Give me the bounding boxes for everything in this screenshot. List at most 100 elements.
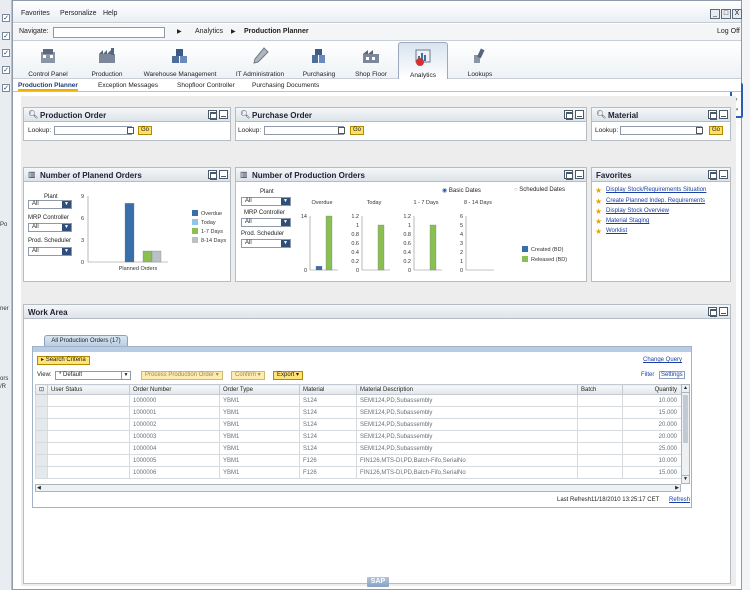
subtab-shopfloor-controller[interactable]: Shopfloor Controller <box>177 82 235 89</box>
row-selector[interactable] <box>35 430 48 443</box>
maximize-icon[interactable] <box>708 110 717 120</box>
column-header-user-status[interactable]: User Status <box>47 384 130 395</box>
prod-scheduler-select[interactable]: All ▼ <box>241 239 291 248</box>
plant-select[interactable]: All ▼ <box>241 197 291 206</box>
mrp-controller-select[interactable]: All ▼ <box>241 218 291 227</box>
scroll-left-icon[interactable]: ◀ <box>37 485 41 491</box>
purchase-order-lookup-input[interactable] <box>264 126 344 135</box>
tab-it-administration[interactable]: IT Administration <box>231 42 289 79</box>
column-header-order-number[interactable]: Order Number <box>129 384 220 395</box>
minimize-icon[interactable] <box>219 110 228 119</box>
go-button[interactable]: Go <box>138 126 152 135</box>
confirm-button[interactable]: Confirm ▾ <box>231 371 265 380</box>
restore-button[interactable]: □ <box>721 9 731 19</box>
copy-icon[interactable] <box>127 127 134 134</box>
subtab-production-planner[interactable]: Production Planner <box>18 82 78 91</box>
maximize-icon[interactable] <box>708 170 717 180</box>
go-button[interactable]: Go <box>709 126 723 135</box>
minimize-icon[interactable] <box>719 307 728 316</box>
checkbox[interactable]: ✓ <box>2 66 10 74</box>
column-header-material-description[interactable]: Material Description <box>356 384 578 395</box>
filter-link[interactable]: Filter <box>641 372 654 378</box>
checkbox[interactable]: ✓ <box>2 49 10 57</box>
tab-shop-floor[interactable]: Shop Floor <box>349 42 393 79</box>
checkbox[interactable]: ✓ <box>2 32 10 40</box>
row-selector[interactable] <box>35 394 48 407</box>
table-row[interactable]: 1000005 YBM1 F126 FIN126,MTS-DI,PD,Batch-Fi… <box>35 454 682 467</box>
table-row[interactable]: 1000003 YBM1 S124 SEMI124,PD,Subassembly 20.… <box>35 430 682 443</box>
favorite-link[interactable]: Worklist <box>606 228 627 234</box>
favorite-link[interactable]: Material Staging <box>606 218 649 224</box>
column-header-material[interactable]: Material <box>299 384 357 395</box>
checkbox[interactable]: ✓ <box>2 84 10 92</box>
breadcrumb-analytics[interactable]: Analytics <box>195 28 223 35</box>
favorite-link[interactable]: Display Stock Overview <box>606 208 669 214</box>
column-header-batch[interactable]: Batch <box>577 384 623 395</box>
column-header-quantity[interactable]: Quantity <box>622 384 682 395</box>
minimize-icon[interactable] <box>719 170 728 179</box>
minimize-button[interactable]: _ <box>710 9 720 19</box>
tab-lookups[interactable]: Lookups <box>460 42 500 79</box>
view-select[interactable]: * Default ▼ <box>55 371 131 380</box>
table-row[interactable]: 1000000 YBM1 S124 SEMI124,PD,Subassembly 10.… <box>35 394 682 407</box>
change-query-link[interactable]: Change Query <box>643 357 682 363</box>
row-selector[interactable] <box>35 466 48 479</box>
logoff-link[interactable]: Log Off <box>717 28 740 35</box>
scheduled-dates-radio[interactable]: ○ Scheduled Dates <box>514 187 565 193</box>
plant-select[interactable]: All ▼ <box>28 200 72 209</box>
tab-purchasing[interactable]: Purchasing <box>299 42 339 79</box>
settings-link[interactable]: Settings <box>659 371 685 379</box>
menu-help[interactable]: Help <box>103 10 117 17</box>
row-selector[interactable] <box>35 442 48 455</box>
copy-icon[interactable] <box>338 127 345 134</box>
scroll-up-icon[interactable]: ▲ <box>682 385 689 393</box>
production-order-lookup-input[interactable] <box>54 126 132 135</box>
menu-favorites[interactable]: Favorites <box>21 10 50 17</box>
maximize-icon[interactable] <box>208 170 217 180</box>
material-lookup-input[interactable] <box>620 126 702 135</box>
tab-all-production-orders[interactable]: All Production Orders (17) <box>44 335 128 346</box>
subtab-exception-messages[interactable]: Exception Messages <box>98 82 158 89</box>
subtab-purchasing-documents[interactable]: Purchasing Documents <box>252 82 319 89</box>
maximize-icon[interactable] <box>564 110 573 120</box>
horizontal-scrollbar[interactable]: ◀ ▶ <box>35 484 681 492</box>
refresh-link[interactable]: Refresh <box>669 497 690 503</box>
tab-analytics[interactable]: Analytics <box>398 42 448 79</box>
process-production-order-button[interactable]: Process Production Order ▾ <box>141 371 223 380</box>
favorite-link[interactable]: Display Stock/Requirements Situation <box>606 187 706 193</box>
select-all-icon[interactable]: ⊡ <box>35 384 48 395</box>
table-row[interactable]: 1000006 YBM1 F126 FIN126,MTS-DI,PD,Batch-Fi… <box>35 466 682 479</box>
maximize-icon[interactable] <box>208 110 217 120</box>
copy-icon[interactable] <box>696 127 703 134</box>
row-selector[interactable] <box>35 454 48 467</box>
scroll-down-icon[interactable]: ▼ <box>682 475 689 483</box>
scroll-right-icon[interactable]: ▶ <box>675 485 679 491</box>
export-button[interactable]: Export ▾ <box>273 371 304 380</box>
prod-scheduler-select[interactable]: All ▼ <box>28 247 72 256</box>
maximize-icon[interactable] <box>708 307 717 317</box>
minimize-icon[interactable] <box>575 170 584 179</box>
minimize-icon[interactable] <box>575 110 584 119</box>
breadcrumb-production-planner[interactable]: Production Planner <box>244 28 309 35</box>
minimize-icon[interactable] <box>719 110 728 119</box>
favorite-link[interactable]: Create Planned Indep. Requirements <box>606 198 705 204</box>
table-row[interactable]: 1000001 YBM1 S124 SEMI124,PD,Subassembly 15.… <box>35 406 682 419</box>
maximize-icon[interactable] <box>564 170 573 180</box>
mrp-controller-select[interactable]: All ▼ <box>28 223 72 232</box>
vertical-scrollbar[interactable]: ▲ ▼ <box>681 384 690 484</box>
checkbox[interactable]: ✓ <box>2 14 10 22</box>
tab-production[interactable]: Production <box>85 42 129 79</box>
basic-dates-radio[interactable]: ◉ Basic Dates <box>442 187 481 194</box>
close-button[interactable]: X <box>732 9 742 19</box>
table-row[interactable]: 1000002 YBM1 S124 SEMI124,PD,Subassembly 20.… <box>35 418 682 431</box>
tab-control-panel[interactable]: Control Panel <box>23 42 73 79</box>
search-criteria-button[interactable]: ▸ Search Criteria <box>37 356 90 365</box>
row-selector[interactable] <box>35 418 48 431</box>
row-selector[interactable] <box>35 406 48 419</box>
tab-warehouse-management[interactable]: Warehouse Management <box>141 42 219 79</box>
minimize-icon[interactable] <box>219 170 228 179</box>
navigate-input[interactable] <box>53 27 165 38</box>
menu-personalize[interactable]: Personalize <box>60 10 97 17</box>
column-header-order-type[interactable]: Order Type <box>219 384 300 395</box>
table-row[interactable]: 1000004 YBM1 S124 SEMI124,PD,Subassembly 25.… <box>35 442 682 455</box>
